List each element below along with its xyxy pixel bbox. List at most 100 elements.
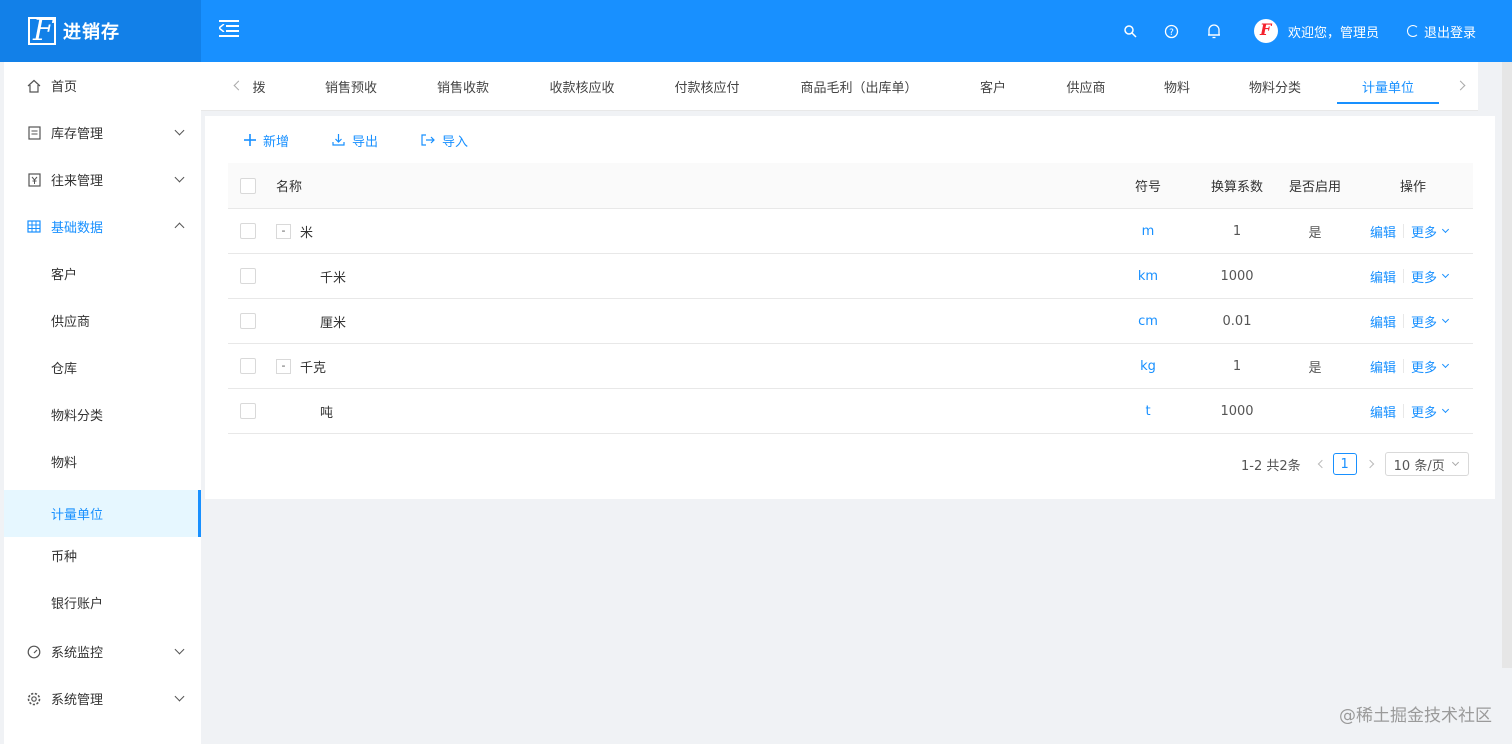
add-button[interactable]: 新增 <box>244 130 289 150</box>
next-page-icon[interactable] <box>1365 459 1374 469</box>
sidebar-item-label: 往来管理 <box>51 174 104 189</box>
symbol-cell: cm <box>1138 313 1158 329</box>
page-scrollbar[interactable] <box>1502 62 1512 668</box>
sidebar-item-label: 基础数据 <box>51 221 104 236</box>
more-dropdown[interactable]: 更多 <box>1411 267 1450 286</box>
import-icon <box>421 134 435 146</box>
page-size-value: 10 条/页 <box>1393 458 1445 474</box>
more-label: 更多 <box>1411 315 1438 331</box>
row-checkbox[interactable] <box>240 403 256 419</box>
tab-material[interactable]: 物料 <box>1151 62 1203 110</box>
sidebar-item-base-data[interactable]: 基础数据 <box>4 203 201 250</box>
sidebar-item-monitor[interactable]: 系统监控 <box>4 628 201 675</box>
more-dropdown[interactable]: 更多 <box>1411 222 1450 241</box>
tab-sales-receipt[interactable]: 销售收款 <box>423 62 503 110</box>
action-cell: 编辑 更多 <box>1370 209 1450 253</box>
pagination: 1-2 共2条 1 10 条/页 <box>1241 452 1469 476</box>
enabled-cell <box>1278 254 1352 298</box>
import-button[interactable]: 导入 <box>421 130 468 150</box>
sidebar-subitem-unit[interactable]: 计量单位 <box>4 490 201 537</box>
edit-link[interactable]: 编辑 <box>1370 222 1396 241</box>
page-number[interactable]: 1 <box>1332 453 1357 475</box>
enabled-cell <box>1278 299 1352 343</box>
tab-material-category[interactable]: 物料分类 <box>1235 62 1315 110</box>
col-action-header: 操作 <box>1399 180 1426 195</box>
sidebar-item-inventory[interactable]: 库存管理 <box>4 109 201 156</box>
logout-label: 退出登录 <box>1423 25 1476 41</box>
more-label: 更多 <box>1411 225 1438 241</box>
edit-link[interactable]: 编辑 <box>1370 312 1396 331</box>
more-label: 更多 <box>1411 405 1438 421</box>
sidebar-item-home[interactable]: 首页 <box>4 62 201 109</box>
row-checkbox[interactable] <box>240 358 256 374</box>
edit-link[interactable]: 编辑 <box>1370 402 1396 421</box>
svg-text:?: ? <box>1170 28 1175 38</box>
tab-scroll-right-icon[interactable] <box>1455 80 1466 91</box>
sidebar-subitem-customer[interactable]: 客户 <box>4 250 201 297</box>
chevron-down-icon <box>1441 225 1450 234</box>
user-greeting[interactable]: 欢迎您，管理员 <box>1288 22 1379 41</box>
page-size-select[interactable]: 10 条/页 <box>1384 452 1469 476</box>
enabled-cell: 是 <box>1308 225 1322 241</box>
symbol-cell: kg <box>1140 358 1156 374</box>
unit-name: 吨 <box>320 405 334 421</box>
sidebar-item-system[interactable]: 系统管理 <box>4 675 201 722</box>
sidebar-subitem-material-category[interactable]: 物料分类 <box>4 391 201 438</box>
symbol-cell: m <box>1141 223 1155 239</box>
logout-button[interactable]: 退出登录 <box>1406 22 1476 41</box>
home-icon <box>27 79 41 93</box>
menu-fold-icon[interactable] <box>219 20 239 38</box>
tab-unit[interactable]: 计量单位 <box>1337 62 1439 110</box>
prev-page-icon[interactable] <box>1317 459 1326 469</box>
name-cell: - 米 <box>276 209 313 253</box>
sidebar-item-label: 库存管理 <box>51 127 104 142</box>
select-all-checkbox[interactable] <box>240 177 256 194</box>
more-label: 更多 <box>1411 360 1438 376</box>
tab-transfer[interactable]: 拨 <box>247 62 271 110</box>
sidebar-subitem-supplier[interactable]: 供应商 <box>4 297 201 344</box>
help-icon[interactable]: ? <box>1164 23 1180 39</box>
sidebar-item-accounts[interactable]: 往来管理 <box>4 156 201 203</box>
tab-scroll-left-icon[interactable] <box>233 80 244 91</box>
tab-gross-profit[interactable]: 商品毛利（出库单） <box>785 62 933 110</box>
export-button[interactable]: 导出 <box>332 130 378 150</box>
tab-payment-verify[interactable]: 付款核应付 <box>661 62 753 110</box>
avatar[interactable] <box>1253 19 1278 43</box>
row-checkbox[interactable] <box>240 268 256 284</box>
export-label: 导出 <box>352 134 379 150</box>
factor-cell: 1 <box>1232 358 1242 374</box>
collapse-toggle-icon[interactable]: - <box>276 358 291 374</box>
top-header: 进销存 ? 欢迎您，管理员 退出登录 <box>0 0 1512 62</box>
tab-supplier[interactable]: 供应商 <box>1051 62 1121 110</box>
collapse-toggle-icon[interactable]: - <box>276 223 291 239</box>
search-icon[interactable] <box>1122 23 1138 39</box>
name-cell: 千米 <box>320 254 346 298</box>
bell-icon[interactable] <box>1206 23 1222 39</box>
plus-icon <box>244 134 256 146</box>
more-dropdown[interactable]: 更多 <box>1411 312 1450 331</box>
sidebar-subitem-bank-account[interactable]: 银行账户 <box>4 579 201 626</box>
page-tabs: 拨 销售预收 销售收款 收款核应收 付款核应付 商品毛利（出库单） 客户 供应商… <box>201 62 1478 111</box>
row-checkbox[interactable] <box>240 223 256 239</box>
table-row: 千米 km 1000 编辑 更多 <box>228 254 1473 299</box>
app-logo[interactable]: 进销存 <box>0 0 201 62</box>
tab-sales-prepay[interactable]: 销售预收 <box>311 62 391 110</box>
table-header: 名称 符号 换算系数 是否启用 操作 <box>228 163 1473 209</box>
sidebar-subitem-currency[interactable]: 币种 <box>4 532 201 579</box>
sidebar-subitem-warehouse[interactable]: 仓库 <box>4 344 201 391</box>
more-dropdown[interactable]: 更多 <box>1411 402 1450 421</box>
unit-name: 千米 <box>320 270 347 286</box>
sidebar-item-label: 系统管理 <box>51 693 104 708</box>
more-dropdown[interactable]: 更多 <box>1411 357 1450 376</box>
main-content: 新增 导出 导入 名称 符号 换算系数 是否启用 操作 - 米 m 1 是 编辑… <box>205 116 1495 499</box>
row-checkbox[interactable] <box>240 313 256 329</box>
tab-customer[interactable]: 客户 <box>965 62 1021 110</box>
factor-cell: 0.01 <box>1222 313 1252 329</box>
name-cell: - 千克 <box>276 344 326 388</box>
unit-name: 千克 <box>300 360 327 376</box>
tab-receipt-verify[interactable]: 收款核应收 <box>537 62 627 110</box>
edit-link[interactable]: 编辑 <box>1370 357 1396 376</box>
sidebar-subitem-material[interactable]: 物料 <box>4 438 201 485</box>
edit-link[interactable]: 编辑 <box>1370 267 1396 286</box>
chevron-down-icon <box>174 125 185 136</box>
